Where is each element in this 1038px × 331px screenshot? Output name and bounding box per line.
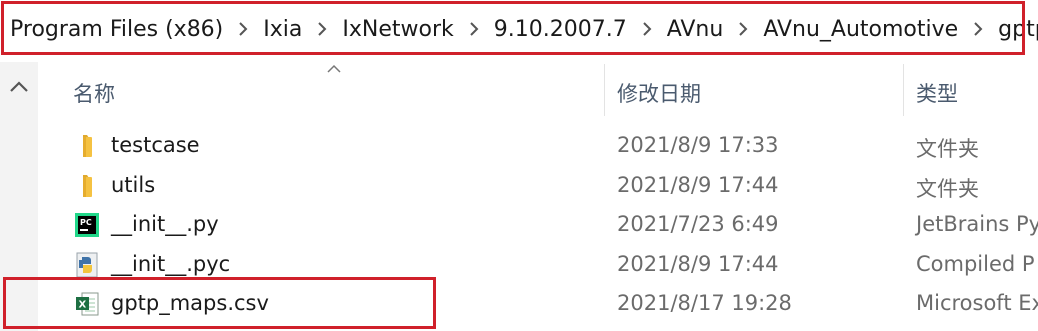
address-bar[interactable]: Program Files (x86) Ixia IxNetwork 9.10.… [0,0,1038,60]
scroll-up-icon[interactable] [9,79,29,93]
file-date: 2021/8/9 17:33 [617,133,779,157]
file-date: 2021/8/17 19:28 [617,291,792,315]
file-date: 2021/8/9 17:44 [617,252,779,276]
file-type: Compiled P [916,252,1035,276]
column-header-date-modified[interactable]: 修改日期 [617,78,701,108]
file-row-testcase[interactable]: testcase 2021/8/9 17:33 文件夹 [38,127,1038,166]
folder-icon [83,135,92,157]
file-name: __init__.py [111,212,219,236]
sort-ascending-icon [327,64,341,73]
file-name: utils [111,173,156,197]
svg-text:PC: PC [80,218,92,227]
file-type: Microsoft Ex [916,291,1038,315]
folder-icon [83,175,92,197]
file-date: 2021/8/9 17:44 [617,173,779,197]
file-date: 2021/7/23 6:49 [617,212,779,236]
file-type: JetBrains Py [916,212,1038,236]
python-compiled-icon [76,252,98,278]
column-divider[interactable] [604,64,605,116]
file-type: 文件夹 [916,177,979,201]
file-row-init-py[interactable]: PC __init__.py 2021/7/23 6:49 JetBrains … [38,206,1038,245]
pycharm-file-icon: PC [75,213,99,237]
column-divider[interactable] [903,64,904,116]
file-name: testcase [111,133,200,157]
column-header-type[interactable]: 类型 [916,78,958,108]
file-row-highlight-box [3,277,436,329]
breadcrumb-highlight-box [1,1,1025,55]
file-name: __init__.pyc [111,252,231,276]
file-type: 文件夹 [916,137,979,161]
file-row-utils[interactable]: utils 2021/8/9 17:44 文件夹 [38,167,1038,206]
column-header-name[interactable]: 名称 [73,78,115,108]
